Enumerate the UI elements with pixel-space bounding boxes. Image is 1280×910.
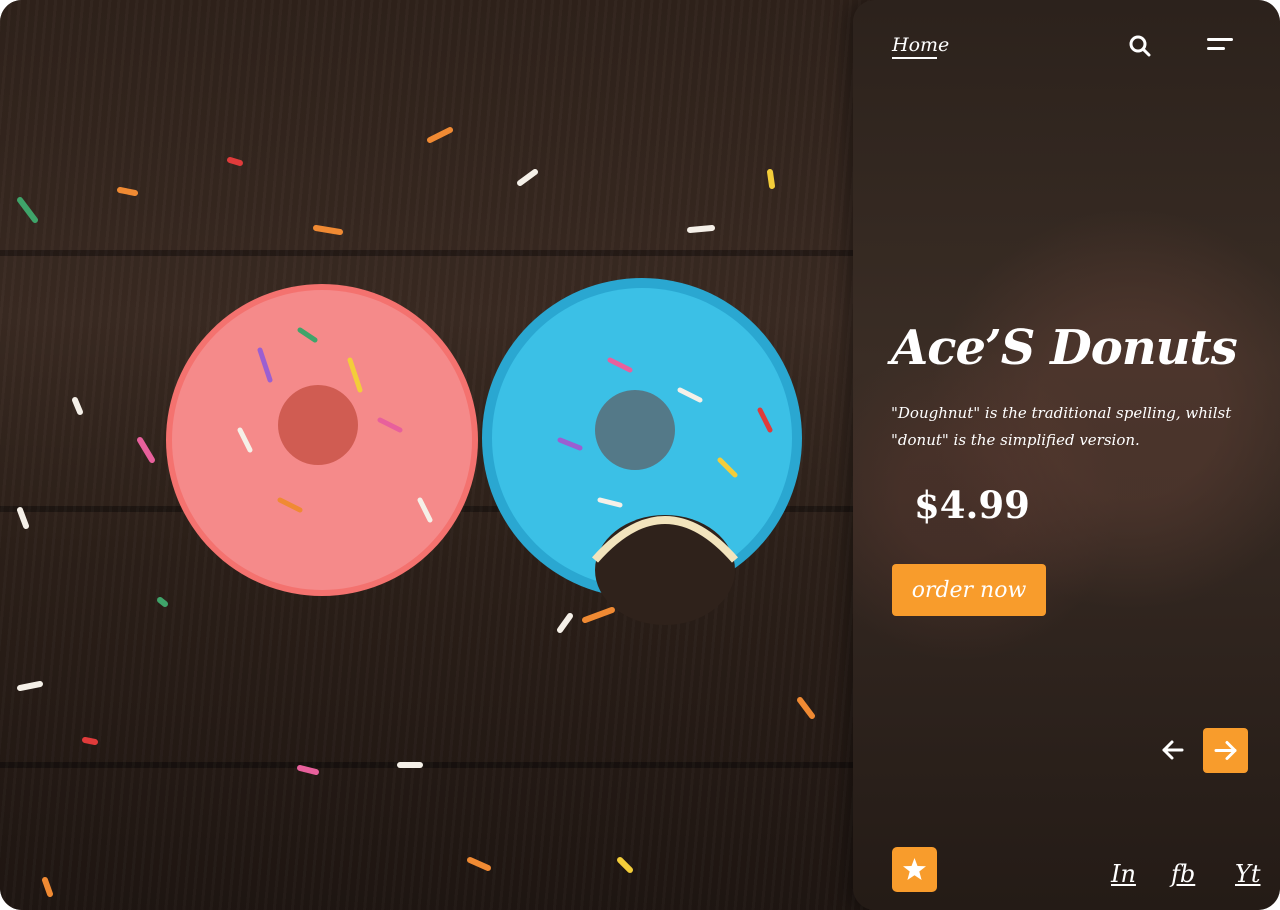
youtube-link[interactable]: Yt [1235, 860, 1261, 888]
next-slide-button[interactable] [1203, 728, 1248, 773]
menu-icon-line [1207, 47, 1225, 50]
donut-photo [0, 0, 870, 910]
product-panel: Home Ace’S Donuts "Doughnut" is the trad… [853, 0, 1280, 910]
product-title: Ace’S Donuts [891, 320, 1238, 376]
product-description: "Doughnut" is the traditional spelling, … [891, 404, 1232, 449]
search-button[interactable] [1127, 33, 1153, 59]
menu-button[interactable] [1207, 38, 1239, 60]
donut-illustration [17, 127, 815, 897]
product-price: $4.99 [914, 483, 1030, 527]
search-icon [1129, 35, 1151, 57]
order-now-button[interactable]: order now [892, 564, 1046, 616]
menu-icon [1207, 38, 1233, 41]
previous-slide-button[interactable] [1159, 736, 1187, 764]
facebook-link[interactable]: fb [1171, 860, 1195, 888]
star-icon [903, 858, 926, 880]
nav-home-link[interactable]: Home [892, 34, 949, 59]
linkedin-link[interactable]: In [1111, 860, 1136, 888]
favorite-button[interactable] [892, 847, 937, 892]
arrow-left-icon [1162, 740, 1184, 760]
arrow-right-icon [1214, 741, 1237, 760]
app-frame: Home Ace’S Donuts "Doughnut" is the trad… [0, 0, 1280, 910]
